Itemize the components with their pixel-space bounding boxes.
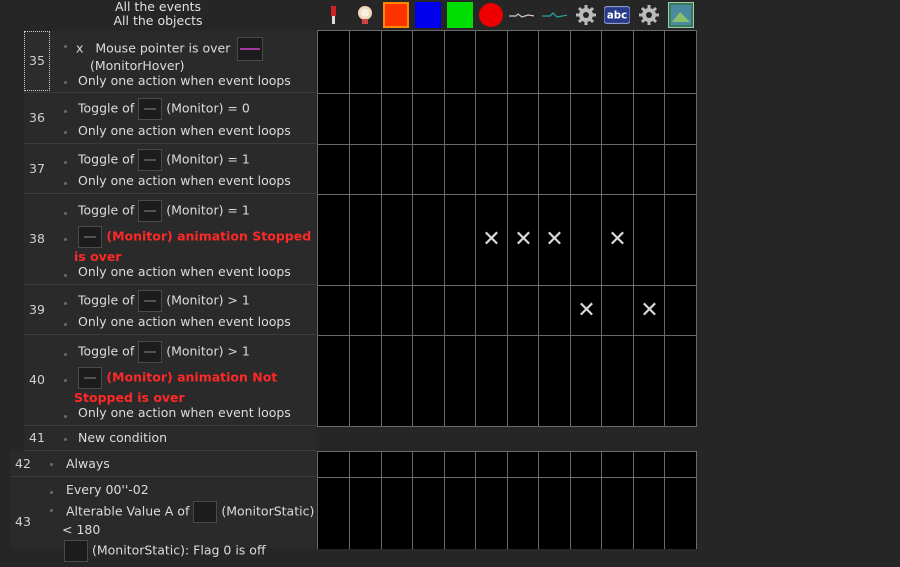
condition-line[interactable]: Always: [66, 456, 110, 471]
all-events-label: All the events: [114, 0, 202, 14]
condition-line[interactable]: Toggle of (Monitor) > 1: [78, 290, 250, 312]
condition-line[interactable]: Toggle of (Monitor) = 0: [78, 98, 250, 120]
event-row-36[interactable]: 36 Toggle of (Monitor) = 0 Only one acti…: [24, 93, 316, 144]
condition-line[interactable]: Only one action when event loops: [78, 405, 291, 420]
event-row-35[interactable]: 35 x Mouse pointer is over (MonitorHover…: [24, 31, 316, 93]
condition-bullet: [64, 415, 67, 418]
all-objects-label: All the objects: [113, 13, 203, 28]
teal-line-sprite-icon[interactable]: [541, 2, 567, 28]
condition-line[interactable]: Only one action when event loops: [78, 173, 291, 188]
action-mark[interactable]: ✕: [476, 229, 507, 251]
event-number[interactable]: 39: [24, 285, 50, 334]
condition-bullet: [50, 463, 53, 466]
gear-icon[interactable]: [573, 2, 599, 28]
red-circle-icon[interactable]: [478, 2, 504, 28]
event-grid-top[interactable]: ✕ ✕ ✕ ✕ ✕ ✕: [317, 30, 697, 427]
condition-line-cont: < 180: [62, 522, 101, 537]
condition-line[interactable]: Only one action when event loops: [78, 264, 291, 279]
condition-bullet: [64, 131, 67, 134]
condition-line-red-cont: is over: [74, 249, 122, 264]
condition-bullet: [64, 379, 67, 382]
condition-line[interactable]: Toggle of (Monitor) = 1: [78, 149, 250, 171]
event-number[interactable]: 37: [24, 144, 50, 193]
new-condition-button[interactable]: New condition: [78, 430, 167, 445]
condition-line[interactable]: (MonitorStatic): Flag 0 is off: [64, 540, 266, 562]
condition-bullet: [64, 182, 67, 185]
event-row-40[interactable]: 40 Toggle of (Monitor) > 1 (Monitor) ani…: [24, 335, 316, 426]
picture-icon[interactable]: [668, 2, 694, 28]
monitorstatic-thumbnail: [193, 501, 218, 523]
condition-bullet: [64, 238, 67, 241]
abc-text-icon[interactable]: abc: [604, 2, 630, 28]
condition-bullet: [50, 509, 53, 512]
monitor-thumbnail: [138, 200, 163, 222]
monitor-thumbnail: [138, 341, 163, 363]
event-row-39[interactable]: 39 Toggle of (Monitor) > 1 Only one acti…: [24, 285, 316, 335]
object-icon-bar: abc: [316, 0, 900, 31]
line-sprite-icon[interactable]: [508, 2, 534, 28]
condition-bullet: [64, 274, 67, 277]
event-number[interactable]: 38: [24, 194, 50, 284]
event-grid-bottom[interactable]: [317, 451, 697, 549]
event-number[interactable]: 40: [24, 335, 50, 425]
monitor-thumbnail: [138, 149, 163, 171]
condition-line-red-cont: Stopped is over: [74, 390, 185, 405]
event-number[interactable]: 43: [10, 477, 36, 567]
action-mark[interactable]: ✕: [539, 229, 570, 251]
event-number[interactable]: 35: [24, 31, 50, 91]
green-square-icon[interactable]: [447, 2, 473, 28]
condition-line[interactable]: Only one action when event loops: [78, 73, 291, 88]
action-mark[interactable]: ✕: [602, 229, 633, 251]
event-editor-header: All the events All the objects: [0, 0, 316, 31]
blue-square-icon[interactable]: [415, 2, 441, 28]
event-row-43[interactable]: 43 Every 00''-02 Alterable Value A of (M…: [10, 477, 316, 562]
event-row-37[interactable]: 37 Toggle of (Monitor) = 1 Only one acti…: [24, 144, 316, 194]
condition-bullet: [64, 323, 67, 326]
condition-line-red[interactable]: (Monitor) animation Not: [78, 367, 277, 389]
condition-bullet: [64, 438, 67, 441]
monitorhover-thumbnail: [237, 37, 264, 61]
condition-bullet: [64, 45, 67, 48]
svg-text:abc: abc: [607, 11, 627, 22]
condition-bullet: [64, 161, 67, 164]
action-mark[interactable]: ✕: [571, 300, 602, 322]
event-number[interactable]: 41: [24, 426, 50, 450]
monitorstatic-thumbnail: [64, 540, 88, 562]
condition-line[interactable]: Only one action when event loops: [78, 314, 291, 329]
monitor-thumbnail: [138, 290, 163, 312]
condition-bullet: [64, 353, 67, 356]
negation-x: x: [76, 40, 84, 56]
event-number[interactable]: 42: [10, 451, 36, 476]
monitor-thumbnail: [78, 367, 102, 389]
lightbulb-icon[interactable]: [352, 2, 378, 28]
lamp-red-icon[interactable]: [320, 2, 346, 28]
condition-bullet: [64, 212, 67, 215]
monitor-thumbnail: [78, 226, 102, 248]
event-row-41-new-condition[interactable]: 41 New condition: [24, 426, 316, 451]
condition-line[interactable]: Toggle of (Monitor) = 1: [78, 200, 250, 222]
event-number[interactable]: 36: [24, 93, 50, 143]
red-orange-square-icon[interactable]: [383, 2, 409, 28]
event-row-42[interactable]: 42 Always: [10, 451, 316, 477]
condition-bullet: [64, 302, 67, 305]
gear-icon[interactable]: [636, 2, 662, 28]
condition-line[interactable]: Only one action when event loops: [78, 123, 291, 138]
event-row-38[interactable]: 38 Toggle of (Monitor) = 1 (Monitor) ani…: [24, 194, 316, 285]
condition-line[interactable]: Toggle of (Monitor) > 1: [78, 341, 250, 363]
condition-bullet: [64, 81, 67, 84]
condition-bullet: [50, 491, 53, 494]
condition-line[interactable]: Every 00''-02: [66, 482, 149, 497]
monitor-thumbnail: [138, 98, 163, 120]
condition-bullet: [64, 110, 67, 113]
condition-line-red[interactable]: (Monitor) animation Stopped: [78, 226, 311, 248]
action-mark[interactable]: ✕: [508, 229, 539, 251]
condition-line[interactable]: Alterable Value A of (MonitorStatic): [66, 501, 314, 523]
action-mark[interactable]: ✕: [634, 300, 665, 322]
condition-line-cont: (MonitorHover): [90, 58, 185, 73]
